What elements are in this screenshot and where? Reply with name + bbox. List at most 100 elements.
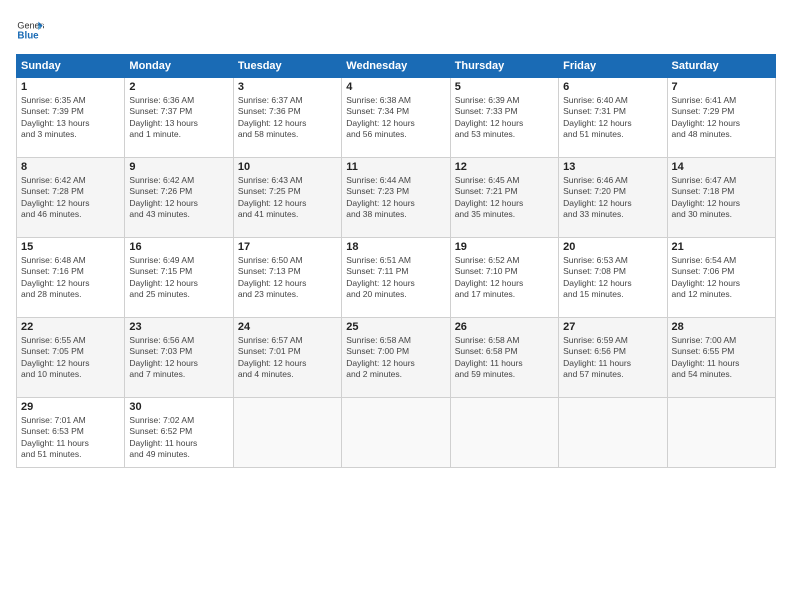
- calendar-cell: 13Sunrise: 6:46 AM Sunset: 7:20 PM Dayli…: [559, 158, 667, 238]
- calendar-cell: 25 Sunrise: 6:58 AM Sunset: 7:00 PM Dayli…: [342, 318, 450, 398]
- day-number: 10: [238, 161, 337, 173]
- calendar-cell: 14Sunrise: 6:47 AM Sunset: 7:18 PM Dayli…: [667, 158, 775, 238]
- day-info: Sunrise: 6:43 AM Sunset: 7:25 PM Dayligh…: [238, 175, 337, 221]
- calendar-cell: 26Sunrise: 6:58 AM Sunset: 6:58 PM Dayli…: [450, 318, 558, 398]
- day-info: Sunrise: 6:44 AM Sunset: 7:23 PM Dayligh…: [346, 175, 445, 221]
- day-number: 12: [455, 161, 554, 173]
- calendar-cell: [233, 398, 341, 468]
- day-number: 30: [129, 401, 228, 413]
- calendar-cell: 1 Sunrise: 6:35 AM Sunset: 7:39 PM Daylig…: [17, 78, 125, 158]
- day-info: Sunrise: 6:48 AM Sunset: 7:16 PM Dayligh…: [21, 255, 120, 301]
- weekday-header-saturday: Saturday: [667, 55, 775, 78]
- day-info: Sunrise: 7:01 AM Sunset: 6:53 PM Dayligh…: [21, 415, 120, 461]
- day-number: 15: [21, 241, 120, 253]
- calendar-table: SundayMondayTuesdayWednesdayThursdayFrid…: [16, 54, 776, 468]
- calendar-cell: 7 Sunrise: 6:41 AM Sunset: 7:29 PM Daylig…: [667, 78, 775, 158]
- day-info: Sunrise: 6:58 AM Sunset: 7:00 PM Dayligh…: [346, 335, 445, 381]
- weekday-header-tuesday: Tuesday: [233, 55, 341, 78]
- calendar-cell: 29 Sunrise: 7:01 AM Sunset: 6:53 PM Dayli…: [17, 398, 125, 468]
- day-number: 22: [21, 321, 120, 333]
- day-number: 29: [21, 401, 120, 413]
- calendar-cell: 6 Sunrise: 6:40 AM Sunset: 7:31 PM Daylig…: [559, 78, 667, 158]
- calendar-cell: 4 Sunrise: 6:38 AM Sunset: 7:34 PM Daylig…: [342, 78, 450, 158]
- day-info: Sunrise: 6:53 AM Sunset: 7:08 PM Dayligh…: [563, 255, 662, 301]
- calendar-cell: 15 Sunrise: 6:48 AM Sunset: 7:16 PM Dayli…: [17, 238, 125, 318]
- day-info: Sunrise: 6:58 AM Sunset: 6:58 PM Dayligh…: [455, 335, 554, 381]
- day-info: Sunrise: 6:35 AM Sunset: 7:39 PM Dayligh…: [21, 95, 120, 141]
- day-info: Sunrise: 7:02 AM Sunset: 6:52 PM Dayligh…: [129, 415, 228, 461]
- day-info: Sunrise: 6:42 AM Sunset: 7:28 PM Dayligh…: [21, 175, 120, 221]
- day-info: Sunrise: 6:49 AM Sunset: 7:15 PM Dayligh…: [129, 255, 228, 301]
- weekday-header-monday: Monday: [125, 55, 233, 78]
- day-number: 16: [129, 241, 228, 253]
- day-info: Sunrise: 6:39 AM Sunset: 7:33 PM Dayligh…: [455, 95, 554, 141]
- day-info: Sunrise: 6:56 AM Sunset: 7:03 PM Dayligh…: [129, 335, 228, 381]
- day-info: Sunrise: 6:36 AM Sunset: 7:37 PM Dayligh…: [129, 95, 228, 141]
- calendar-cell: 24 Sunrise: 6:57 AM Sunset: 7:01 PM Dayli…: [233, 318, 341, 398]
- day-number: 19: [455, 241, 554, 253]
- day-number: 5: [455, 81, 554, 93]
- calendar-cell: 9 Sunrise: 6:42 AM Sunset: 7:26 PM Daylig…: [125, 158, 233, 238]
- day-number: 23: [129, 321, 228, 333]
- calendar-page: General Blue SundayMondayTuesdayWednesda…: [0, 0, 792, 612]
- day-number: 1: [21, 81, 120, 93]
- calendar-cell: [559, 398, 667, 468]
- day-info: Sunrise: 6:52 AM Sunset: 7:10 PM Dayligh…: [455, 255, 554, 301]
- calendar-cell: 28 Sunrise: 7:00 AM Sunset: 6:55 PM Dayli…: [667, 318, 775, 398]
- calendar-cell: 23 Sunrise: 6:56 AM Sunset: 7:03 PM Dayli…: [125, 318, 233, 398]
- calendar-cell: 8 Sunrise: 6:42 AM Sunset: 7:28 PM Daylig…: [17, 158, 125, 238]
- day-info: Sunrise: 6:59 AM Sunset: 6:56 PM Dayligh…: [563, 335, 662, 381]
- day-number: 7: [672, 81, 771, 93]
- calendar-cell: 18 Sunrise: 6:51 AM Sunset: 7:11 PM Dayli…: [342, 238, 450, 318]
- calendar-cell: 21 Sunrise: 6:54 AM Sunset: 7:06 PM Dayli…: [667, 238, 775, 318]
- header: General Blue: [16, 16, 776, 44]
- day-number: 24: [238, 321, 337, 333]
- calendar-cell: 10 Sunrise: 6:43 AM Sunset: 7:25 PM Dayli…: [233, 158, 341, 238]
- day-info: Sunrise: 6:38 AM Sunset: 7:34 PM Dayligh…: [346, 95, 445, 141]
- calendar-cell: 20 Sunrise: 6:53 AM Sunset: 7:08 PM Dayli…: [559, 238, 667, 318]
- day-info: Sunrise: 6:45 AM Sunset: 7:21 PM Dayligh…: [455, 175, 554, 221]
- day-number: 8: [21, 161, 120, 173]
- day-number: 9: [129, 161, 228, 173]
- day-number: 14: [672, 161, 771, 173]
- calendar-cell: 16 Sunrise: 6:49 AM Sunset: 7:15 PM Dayli…: [125, 238, 233, 318]
- day-info: Sunrise: 6:42 AM Sunset: 7:26 PM Dayligh…: [129, 175, 228, 221]
- day-number: 25: [346, 321, 445, 333]
- day-number: 4: [346, 81, 445, 93]
- calendar-cell: 22Sunrise: 6:55 AM Sunset: 7:05 PM Dayli…: [17, 318, 125, 398]
- day-number: 21: [672, 241, 771, 253]
- calendar-cell: 12 Sunrise: 6:45 AM Sunset: 7:21 PM Dayli…: [450, 158, 558, 238]
- day-info: Sunrise: 6:41 AM Sunset: 7:29 PM Dayligh…: [672, 95, 771, 141]
- day-number: 17: [238, 241, 337, 253]
- day-info: Sunrise: 6:51 AM Sunset: 7:11 PM Dayligh…: [346, 255, 445, 301]
- calendar-cell: [342, 398, 450, 468]
- logo-icon: General Blue: [16, 16, 44, 44]
- weekday-header-wednesday: Wednesday: [342, 55, 450, 78]
- logo: General Blue: [16, 16, 44, 44]
- day-info: Sunrise: 6:37 AM Sunset: 7:36 PM Dayligh…: [238, 95, 337, 141]
- weekday-header-thursday: Thursday: [450, 55, 558, 78]
- day-number: 27: [563, 321, 662, 333]
- day-info: Sunrise: 6:57 AM Sunset: 7:01 PM Dayligh…: [238, 335, 337, 381]
- day-number: 18: [346, 241, 445, 253]
- calendar-cell: 2 Sunrise: 6:36 AM Sunset: 7:37 PM Daylig…: [125, 78, 233, 158]
- calendar-week-5: 29 Sunrise: 7:01 AM Sunset: 6:53 PM Dayli…: [17, 398, 776, 468]
- day-info: Sunrise: 6:54 AM Sunset: 7:06 PM Dayligh…: [672, 255, 771, 301]
- day-info: Sunrise: 6:40 AM Sunset: 7:31 PM Dayligh…: [563, 95, 662, 141]
- day-info: Sunrise: 6:50 AM Sunset: 7:13 PM Dayligh…: [238, 255, 337, 301]
- weekday-header-sunday: Sunday: [17, 55, 125, 78]
- calendar-cell: 11Sunrise: 6:44 AM Sunset: 7:23 PM Dayli…: [342, 158, 450, 238]
- calendar-week-2: 8 Sunrise: 6:42 AM Sunset: 7:28 PM Daylig…: [17, 158, 776, 238]
- day-info: Sunrise: 6:46 AM Sunset: 7:20 PM Dayligh…: [563, 175, 662, 221]
- day-number: 20: [563, 241, 662, 253]
- day-number: 6: [563, 81, 662, 93]
- calendar-cell: 19 Sunrise: 6:52 AM Sunset: 7:10 PM Dayli…: [450, 238, 558, 318]
- day-number: 28: [672, 321, 771, 333]
- calendar-header-row: SundayMondayTuesdayWednesdayThursdayFrid…: [17, 55, 776, 78]
- day-number: 3: [238, 81, 337, 93]
- svg-text:Blue: Blue: [17, 30, 39, 41]
- calendar-cell: 27 Sunrise: 6:59 AM Sunset: 6:56 PM Dayli…: [559, 318, 667, 398]
- day-number: 2: [129, 81, 228, 93]
- calendar-cell: 17 Sunrise: 6:50 AM Sunset: 7:13 PM Dayli…: [233, 238, 341, 318]
- day-info: Sunrise: 7:00 AM Sunset: 6:55 PM Dayligh…: [672, 335, 771, 381]
